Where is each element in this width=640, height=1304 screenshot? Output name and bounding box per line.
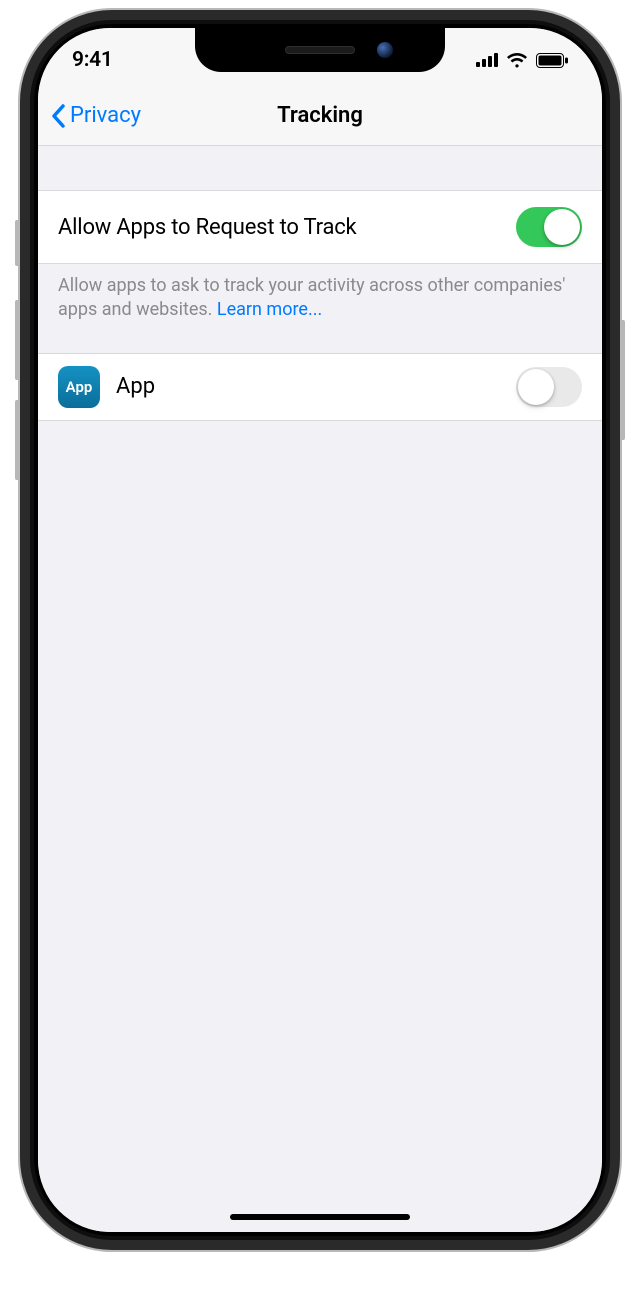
page-title: Tracking	[277, 103, 363, 128]
toggle-knob	[544, 209, 580, 245]
home-indicator[interactable]	[230, 1214, 410, 1220]
content: Allow Apps to Request to Track Allow app…	[38, 146, 602, 1232]
wifi-icon	[506, 52, 528, 68]
phone-frame: 9:41 Privacy Tracking Allow Apps to Re	[20, 10, 620, 1250]
app-icon-text: App	[66, 378, 93, 396]
allow-tracking-description: Allow apps to ask to track your activity…	[38, 264, 602, 323]
status-time: 9:41	[72, 48, 113, 72]
status-icons	[476, 52, 568, 68]
learn-more-link[interactable]: Learn more...	[217, 299, 322, 320]
app-name: App	[116, 374, 500, 399]
chevron-left-icon	[50, 104, 66, 128]
allow-tracking-label: Allow Apps to Request to Track	[58, 215, 357, 240]
notch	[195, 28, 445, 72]
app-tracking-toggle[interactable]	[516, 367, 582, 407]
battery-icon	[536, 53, 568, 68]
back-label: Privacy	[70, 103, 141, 128]
speaker	[285, 46, 355, 54]
screen: 9:41 Privacy Tracking Allow Apps to Re	[38, 28, 602, 1232]
app-icon: App	[58, 366, 100, 408]
cellular-icon	[476, 53, 498, 67]
allow-tracking-toggle[interactable]	[516, 207, 582, 247]
toggle-knob	[518, 369, 554, 405]
back-button[interactable]: Privacy	[50, 103, 141, 128]
app-tracking-row: App App	[38, 353, 602, 421]
front-camera	[377, 42, 393, 58]
allow-tracking-cell: Allow Apps to Request to Track	[38, 190, 602, 264]
nav-bar: Privacy Tracking	[38, 86, 602, 146]
